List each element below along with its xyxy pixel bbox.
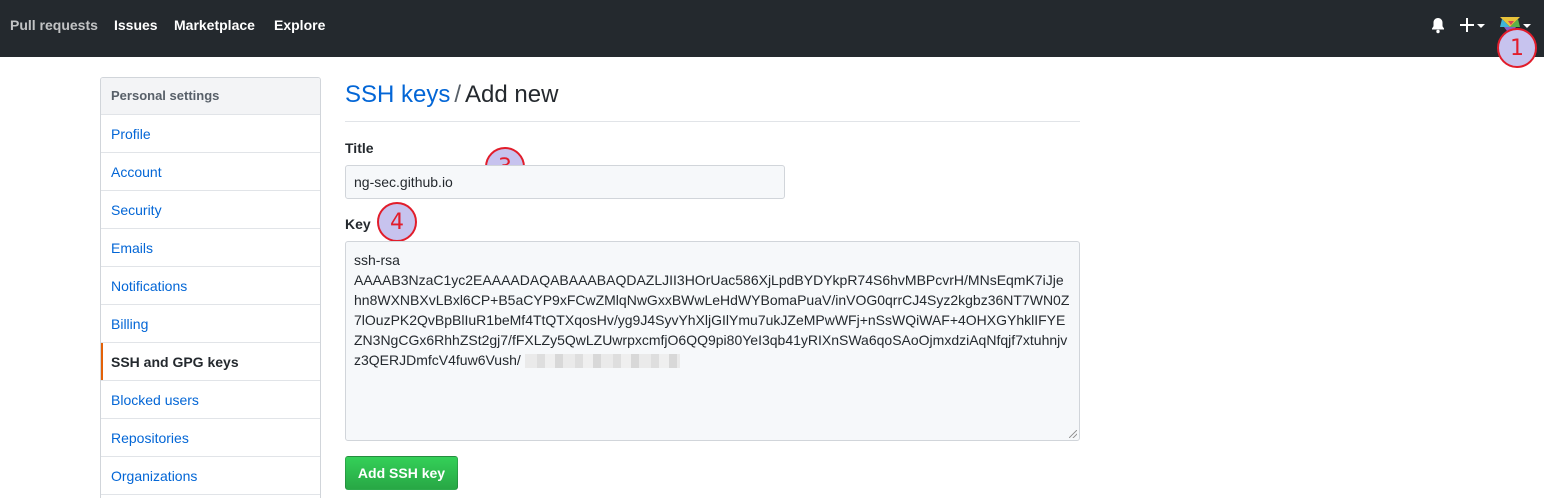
key-textarea[interactable]: ssh-rsa AAAAB3NzaC1yc2EAAAADAQABAAABAQDA…	[345, 241, 1080, 441]
top-header: Pull requests Issues Marketplace Explore	[0, 0, 1544, 57]
title-label: Title	[345, 140, 374, 156]
key-text-line: 7lOuzPK2QvBpBlIuR1beMf4TtQTXqosHv/yg9J4S…	[354, 312, 1066, 328]
sidebar-item-billing[interactable]: Billing	[101, 305, 320, 343]
sidebar-item-account[interactable]: Account	[101, 153, 320, 191]
add-ssh-key-button[interactable]: Add SSH key	[345, 456, 458, 490]
annotation-marker: 4	[377, 202, 417, 242]
sidebar-heading: Personal settings	[101, 78, 320, 115]
key-text-line: AAAAB3NzaC1yc2EAAAADAQABAAABAQDAZLJII3HO…	[354, 272, 1064, 288]
nav-marketplace[interactable]: Marketplace	[174, 17, 255, 33]
nav-issues[interactable]: Issues	[114, 17, 158, 33]
sidebar-item-repositories[interactable]: Repositories	[101, 419, 320, 457]
plus-icon	[1460, 18, 1474, 32]
page-title: SSH keys / Add new	[345, 77, 1080, 122]
key-text-line: ssh-rsa	[354, 252, 400, 268]
bell-icon[interactable]	[1430, 14, 1446, 36]
nav-pull-requests[interactable]: Pull requests	[10, 17, 98, 33]
key-text-line: hn8WXNBXvLBxl6CP+B5aCYP9xFCwZMlqNwGxxBWw…	[354, 292, 1070, 308]
sidebar-item-profile[interactable]: Profile	[101, 115, 320, 153]
settings-sidebar: Personal settings Profile Account Securi…	[100, 77, 321, 498]
new-dropdown[interactable]	[1460, 14, 1485, 36]
sidebar-item-organizations[interactable]: Organizations	[101, 457, 320, 495]
key-label: Key	[345, 216, 371, 232]
breadcrumb-separator: /	[454, 81, 462, 108]
sidebar-item-notifications[interactable]: Notifications	[101, 267, 320, 305]
breadcrumb-current: Add new	[465, 81, 559, 108]
title-input[interactable]	[345, 165, 785, 199]
sidebar-item-emails[interactable]: Emails	[101, 229, 320, 267]
chevron-down-icon	[1523, 24, 1531, 28]
sidebar-item-blocked-users[interactable]: Blocked users	[101, 381, 320, 419]
sidebar-item-security[interactable]: Security	[101, 191, 320, 229]
key-text-line: ZN3NgCGx6RhhZSt2gj7/fFXLZy5QwLZUwrpxcmfj…	[354, 332, 1068, 348]
redacted-blur	[524, 354, 680, 369]
nav-explore[interactable]: Explore	[274, 17, 325, 33]
breadcrumb-ssh-keys[interactable]: SSH keys	[345, 81, 450, 108]
annotation-marker: 1	[1497, 28, 1537, 68]
sidebar-item-ssh-gpg-keys[interactable]: SSH and GPG keys	[101, 343, 320, 381]
main-content: SSH keys/Add new Title Key ssh-rsa AAAAB…	[345, 77, 1080, 490]
key-text-line: z3QERJDmfcV4fuw6Vush/	[354, 352, 521, 368]
chevron-down-icon	[1477, 24, 1485, 28]
resize-handle[interactable]	[1069, 430, 1077, 438]
